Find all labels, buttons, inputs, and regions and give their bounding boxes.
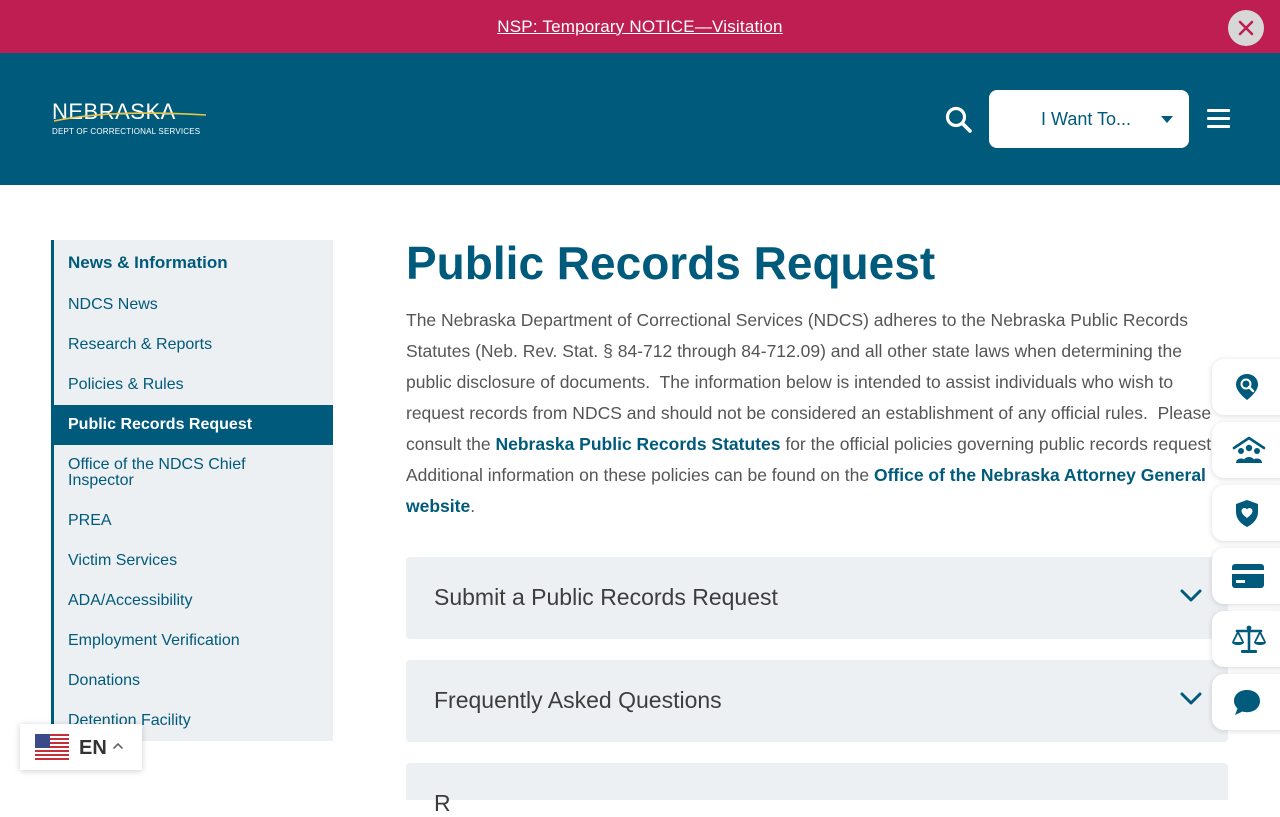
site-logo[interactable]: NEBRASKA DEPT OF CORRECTIONAL SERVICES bbox=[52, 99, 212, 139]
language-code: EN bbox=[79, 737, 107, 759]
sidebar-item-employment-verification[interactable]: Employment Verification bbox=[54, 633, 333, 649]
sidebar-item-policies-rules[interactable]: Policies & Rules bbox=[54, 377, 333, 393]
close-icon bbox=[1238, 20, 1254, 36]
sidebar-item-prea[interactable]: PREA bbox=[54, 513, 333, 529]
accordion-faq[interactable]: Frequently Asked Questions bbox=[406, 660, 1228, 742]
caret-down-icon bbox=[1161, 116, 1173, 123]
chat-button[interactable] bbox=[1212, 674, 1280, 730]
main-menu-button[interactable] bbox=[1207, 109, 1230, 129]
notice-bar: NSP: Temporary NOTICE—Visitation bbox=[0, 0, 1280, 53]
payments-button[interactable] bbox=[1212, 548, 1280, 604]
public-records-statutes-link[interactable]: Nebraska Public Records Statutes bbox=[496, 434, 781, 454]
sidebar-item-research-reports[interactable]: Research & Reports bbox=[54, 337, 333, 353]
legal-button[interactable] bbox=[1212, 611, 1280, 667]
language-selector[interactable]: EN bbox=[20, 724, 142, 770]
chevron-up-icon bbox=[113, 742, 123, 749]
site-header: NEBRASKA DEPT OF CORRECTIONAL SERVICES I… bbox=[0, 53, 1280, 185]
sidebar-item-ndcs-news[interactable]: NDCS News bbox=[54, 297, 333, 313]
notice-link[interactable]: NSP: Temporary NOTICE—Visitation bbox=[497, 17, 782, 37]
accordion-third[interactable]: R bbox=[406, 763, 1228, 816]
page-title: Public Records Request bbox=[406, 237, 936, 289]
shield-heart-icon bbox=[1236, 500, 1258, 527]
accordion-submit-request[interactable]: Submit a Public Records Request bbox=[406, 557, 1228, 639]
find-location-button[interactable] bbox=[1212, 359, 1280, 415]
us-flag-icon bbox=[35, 734, 69, 760]
i-want-to-label: I Want To... bbox=[1041, 109, 1132, 129]
intro-text-1: The Nebraska Department of Correctional … bbox=[406, 310, 1212, 454]
sidebar-item-chief-inspector[interactable]: Office of the NDCS Chief Inspector bbox=[54, 457, 284, 489]
sidebar-heading[interactable]: News & Information bbox=[68, 253, 228, 273]
header-search-button[interactable] bbox=[944, 105, 974, 135]
family-services-button[interactable] bbox=[1212, 422, 1280, 478]
hamburger-icon-bar bbox=[1207, 117, 1230, 120]
sidebar-item-victim-services[interactable]: Victim Services bbox=[54, 553, 333, 569]
intro-text-3: . bbox=[470, 496, 476, 516]
accordion-title: Submit a Public Records Request bbox=[434, 584, 778, 610]
accordion-title: Frequently Asked Questions bbox=[434, 687, 722, 713]
i-want-to-dropdown[interactable]: I Want To... bbox=[989, 90, 1189, 148]
payment-card-icon bbox=[1232, 564, 1264, 588]
hamburger-icon-bar bbox=[1207, 125, 1230, 128]
logo-swoosh-icon bbox=[53, 112, 207, 122]
sidebar-item-public-records-request[interactable]: Public Records Request bbox=[54, 405, 333, 445]
hamburger-icon bbox=[1207, 109, 1230, 112]
accordion-title: R bbox=[434, 790, 451, 816]
search-icon bbox=[945, 106, 972, 133]
chevron-down-icon bbox=[1180, 692, 1202, 705]
chat-bubble-icon bbox=[1234, 690, 1260, 715]
chevron-down-icon bbox=[1180, 589, 1202, 602]
sidebar-item-ada-accessibility[interactable]: ADA/Accessibility bbox=[54, 593, 333, 609]
family-icon bbox=[1232, 436, 1266, 463]
location-search-icon bbox=[1236, 374, 1258, 400]
sidebar-nav: News & Information NDCS News Research & … bbox=[51, 240, 333, 741]
sidebar-item-donations[interactable]: Donations bbox=[54, 673, 333, 689]
close-notice-button[interactable] bbox=[1228, 10, 1264, 46]
intro-paragraph: The Nebraska Department of Correctional … bbox=[406, 305, 1226, 522]
safety-button[interactable] bbox=[1212, 485, 1280, 541]
scales-justice-icon bbox=[1232, 625, 1266, 653]
logo-subtext: DEPT OF CORRECTIONAL SERVICES bbox=[52, 127, 201, 136]
